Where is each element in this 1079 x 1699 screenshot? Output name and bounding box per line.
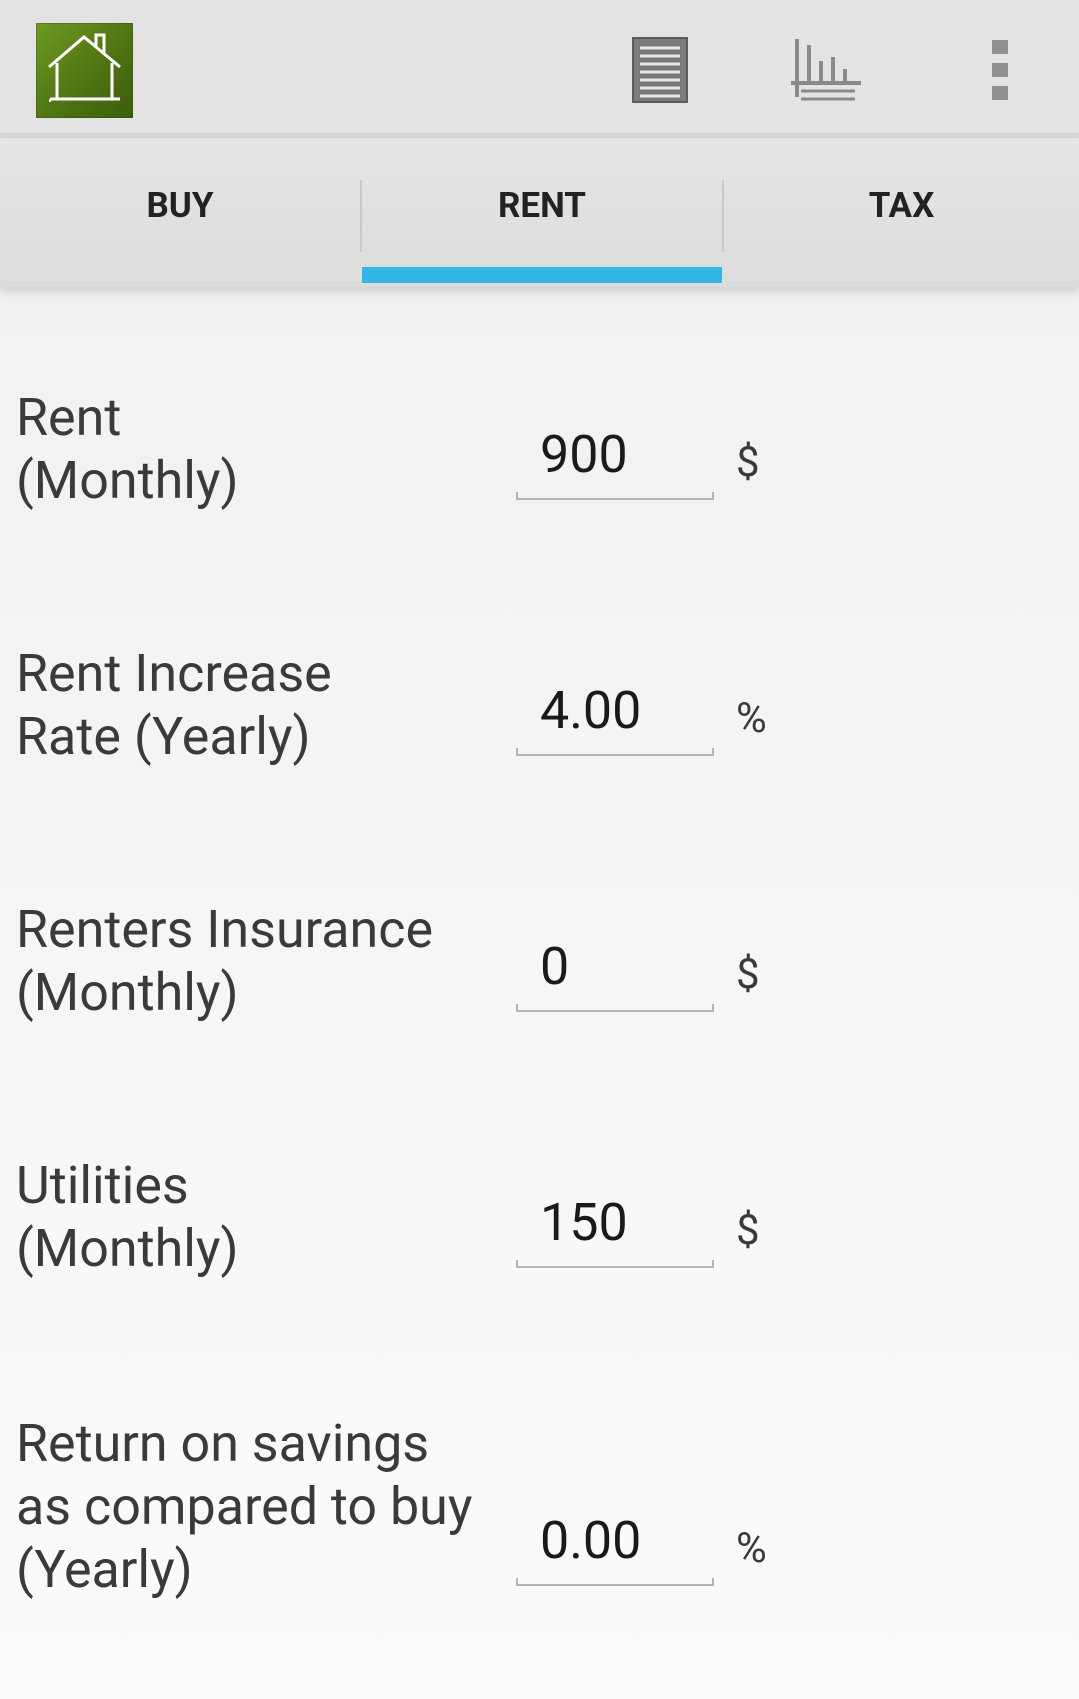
input-underline xyxy=(516,1004,714,1012)
tab-buy-label: BUY xyxy=(146,185,214,226)
tab-bar: BUY RENT TAX xyxy=(0,138,1079,287)
renters-insurance-label-line: Renters Insurance xyxy=(16,899,434,960)
tab-rent[interactable]: RENT xyxy=(362,138,722,287)
rent-increase-label-line: Rate (Yearly) xyxy=(16,706,311,767)
percent-unit: % xyxy=(736,1524,767,1573)
rent-label: Rent (Monthly) xyxy=(16,386,239,512)
tab-rent-label: RENT xyxy=(498,185,586,226)
more-vert-icon[interactable] xyxy=(970,30,1030,110)
percent-unit: % xyxy=(736,694,767,743)
rent-input[interactable] xyxy=(516,424,714,484)
utilities-label-line: Utilities xyxy=(16,1155,189,1216)
input-underline xyxy=(516,1260,714,1268)
action-bar xyxy=(0,0,1079,138)
renters-insurance-label-line: (Monthly) xyxy=(16,962,239,1023)
tab-buy[interactable]: BUY xyxy=(0,138,360,287)
currency-unit: $ xyxy=(736,438,760,487)
return-on-savings-label-line: (Yearly) xyxy=(16,1539,193,1600)
utilities-label: Utilities (Monthly) xyxy=(16,1154,239,1280)
renters-insurance-label: Renters Insurance (Monthly) xyxy=(16,898,433,1024)
input-underline xyxy=(516,748,714,756)
return-on-savings-label: Return on savings as compared to buy (Ye… xyxy=(16,1412,472,1601)
currency-unit: $ xyxy=(736,950,760,999)
rent-label-line: Rent xyxy=(16,387,122,448)
input-underline xyxy=(516,1578,714,1586)
list-icon[interactable] xyxy=(628,30,692,110)
rent-increase-label: Rent Increase Rate (Yearly) xyxy=(16,642,332,768)
return-on-savings-label-line: Return on savings xyxy=(16,1413,430,1474)
rent-increase-input[interactable] xyxy=(516,680,714,740)
rent-increase-label-line: Rent Increase xyxy=(16,643,332,704)
renters-insurance-input[interactable] xyxy=(516,936,714,996)
bar-chart-icon[interactable] xyxy=(788,30,864,110)
tab-tax[interactable]: TAX xyxy=(724,138,1079,287)
return-on-savings-input[interactable] xyxy=(516,1510,714,1570)
selected-tab-indicator xyxy=(362,267,722,283)
utilities-input[interactable] xyxy=(516,1192,714,1252)
currency-unit: $ xyxy=(736,1206,760,1255)
rent-label-line: (Monthly) xyxy=(16,450,239,511)
input-underline xyxy=(516,492,714,500)
house-icon[interactable] xyxy=(36,23,133,118)
tab-tax-label: TAX xyxy=(868,185,935,226)
utilities-label-line: (Monthly) xyxy=(16,1218,239,1279)
return-on-savings-label-line: as compared to buy xyxy=(16,1476,473,1537)
